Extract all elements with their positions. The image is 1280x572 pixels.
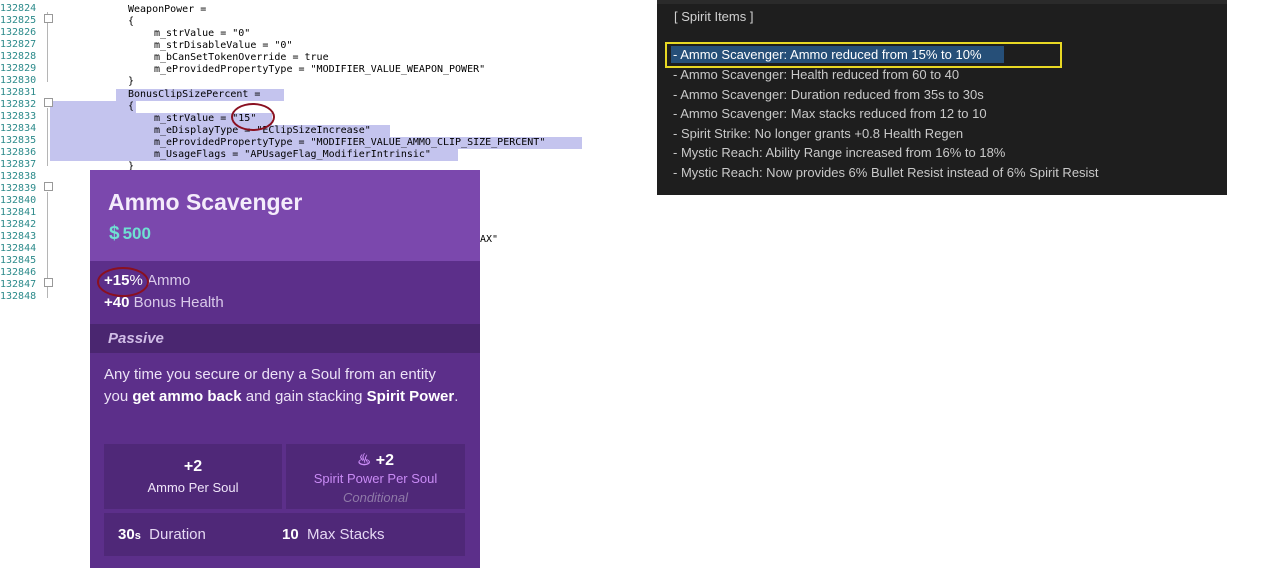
line-number: 132830 bbox=[0, 75, 37, 86]
fold-toggle-icon[interactable] bbox=[44, 14, 53, 23]
price-value: 500 bbox=[122, 224, 151, 243]
passive-label: Passive bbox=[108, 330, 164, 347]
duration-unit: s bbox=[134, 530, 141, 542]
item-description: Any time you secure or deny a Soul from … bbox=[104, 364, 464, 408]
card-footer: 30s Duration 10 Max Stacks bbox=[104, 513, 465, 556]
note-line: - Mystic Reach: Now provides 6% Bullet R… bbox=[673, 165, 1099, 180]
card-header: Ammo Scavenger $500 bbox=[90, 170, 480, 261]
fold-toggle-icon[interactable] bbox=[44, 278, 53, 287]
code-line: } bbox=[128, 76, 135, 87]
duration-stat: 30s Duration bbox=[118, 526, 206, 543]
code-line: m_UsageFlags = "APUsageFlag_ModifierIntr… bbox=[154, 149, 431, 160]
line-number: 132844 bbox=[0, 243, 37, 254]
line-number: 132839 bbox=[0, 183, 37, 194]
code-line: { bbox=[128, 16, 135, 27]
line-number: 132831 bbox=[0, 87, 37, 98]
patch-notes-panel: [ Spirit Items ] - Ammo Scavenger: Ammo … bbox=[657, 0, 1227, 195]
ammo-per-soul-cell: +2 Ammo Per Soul bbox=[104, 444, 282, 509]
code-fragment: AX" bbox=[480, 234, 499, 245]
line-number: 132838 bbox=[0, 171, 37, 182]
line-number: 132842 bbox=[0, 219, 37, 230]
code-line: { bbox=[128, 101, 135, 112]
code-line: m_eProvidedPropertyType = "MODIFIER_VALU… bbox=[154, 64, 486, 75]
code-line: m_strDisableValue = "0" bbox=[154, 40, 293, 51]
cell-label: Spirit Power Per Soul bbox=[313, 471, 438, 486]
cell-condition: Conditional bbox=[342, 490, 409, 505]
cell-value: +2 bbox=[183, 458, 203, 475]
line-number: 132843 bbox=[0, 231, 37, 242]
stat-label: Ammo bbox=[146, 272, 191, 289]
soul-icon: $ bbox=[109, 223, 120, 244]
panel-top-bar bbox=[657, 0, 1227, 4]
line-number: 132827 bbox=[0, 39, 37, 50]
code-line: WeaponPower = bbox=[128, 4, 207, 15]
fold-toggle-icon[interactable] bbox=[44, 182, 53, 191]
note-line: - Spirit Strike: No longer grants +0.8 H… bbox=[673, 126, 964, 141]
notes-section-header: [ Spirit Items ] bbox=[674, 9, 754, 24]
line-number: 132836 bbox=[0, 147, 37, 158]
fold-toggle-icon[interactable] bbox=[44, 98, 53, 107]
duration-label: Duration bbox=[149, 526, 206, 543]
line-number: 132828 bbox=[0, 51, 37, 62]
line-number: 132824 bbox=[0, 3, 37, 14]
code-line: m_strValue = "0" bbox=[154, 28, 251, 39]
annotation-circle bbox=[231, 103, 275, 131]
highlight-box bbox=[665, 42, 1062, 68]
item-card: Ammo Scavenger $500 +15% Ammo +40 Bonus … bbox=[90, 170, 480, 568]
note-line: - Ammo Scavenger: Duration reduced from … bbox=[673, 87, 984, 102]
line-number: 132846 bbox=[0, 267, 37, 278]
code-line: m_eProvidedPropertyType = "MODIFIER_VALU… bbox=[154, 137, 546, 148]
passive-section-bar: Passive bbox=[90, 324, 480, 353]
item-price: $500 bbox=[109, 223, 151, 245]
line-number: 132826 bbox=[0, 27, 37, 38]
line-number: 132834 bbox=[0, 123, 37, 134]
line-number: 132848 bbox=[0, 291, 37, 302]
fold-guide bbox=[47, 108, 48, 166]
cell-value-text: +2 bbox=[375, 452, 395, 469]
desc-text: and gain stacking bbox=[241, 388, 367, 405]
line-number: 132832 bbox=[0, 99, 37, 110]
stacks-value: 10 bbox=[282, 526, 299, 543]
desc-bold: get ammo back bbox=[132, 388, 242, 405]
line-number: 132845 bbox=[0, 255, 37, 266]
desc-bold: Spirit Power bbox=[366, 388, 455, 405]
code-line: BonusClipSizePercent = bbox=[128, 89, 261, 100]
line-number: 132833 bbox=[0, 111, 37, 122]
line-number: 132841 bbox=[0, 207, 37, 218]
stacks-label: Max Stacks bbox=[307, 526, 385, 543]
max-stacks-stat: 10 Max Stacks bbox=[282, 526, 385, 543]
note-line: - Ammo Scavenger: Max stacks reduced fro… bbox=[673, 106, 987, 121]
annotation-circle bbox=[97, 267, 149, 297]
duration-value: 30 bbox=[118, 526, 135, 543]
line-number: 132847 bbox=[0, 279, 37, 290]
spirit-power-per-soul-cell: ♨ +2 Spirit Power Per Soul Conditional bbox=[286, 444, 465, 509]
text-selection bbox=[50, 101, 136, 113]
item-title: Ammo Scavenger bbox=[108, 189, 303, 215]
note-line: - Mystic Reach: Ability Range increased … bbox=[673, 145, 1006, 160]
line-number: 132825 bbox=[0, 15, 37, 26]
desc-text: . bbox=[454, 388, 459, 405]
line-number: 132837 bbox=[0, 159, 37, 170]
line-number: 132840 bbox=[0, 195, 37, 206]
cell-value: ♨ +2 bbox=[286, 450, 465, 470]
note-line: - Ammo Scavenger: Health reduced from 60… bbox=[673, 67, 960, 82]
stat-label: Bonus Health bbox=[133, 294, 224, 311]
code-line: m_bCanSetTokenOverride = true bbox=[154, 52, 329, 63]
cell-label: Ammo Per Soul bbox=[147, 480, 239, 495]
line-number: 132835 bbox=[0, 135, 37, 146]
spirit-flame-icon: ♨ bbox=[356, 452, 372, 469]
line-number: 132829 bbox=[0, 63, 37, 74]
